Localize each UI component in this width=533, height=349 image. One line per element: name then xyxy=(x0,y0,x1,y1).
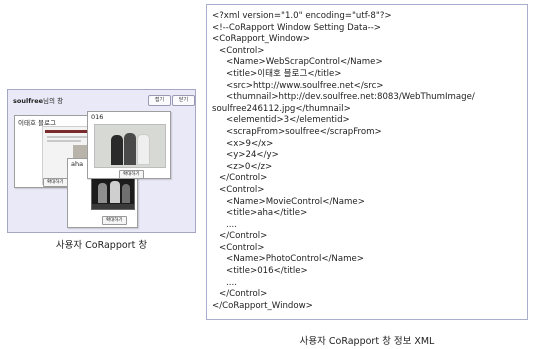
movie-zoom-button[interactable]: 확대하기 xyxy=(102,216,127,225)
photo-title: 016 xyxy=(91,113,104,121)
movie-thumbnail xyxy=(91,174,135,210)
xml-line: .... xyxy=(226,219,237,230)
xml-line: soulfree246112.jpg</thumnail> xyxy=(212,103,351,114)
left-caption: 사용자 CoRapport 창 xyxy=(55,240,148,251)
xml-line: <!--CoRapport Window Setting Data--> xyxy=(212,22,381,33)
photo-panel[interactable]: 016 확대하기 xyxy=(87,111,171,179)
photo-zoom-button[interactable]: 확대하기 xyxy=(119,170,144,179)
xml-line: <Control> xyxy=(219,45,265,56)
xml-line: </Control> xyxy=(219,173,268,184)
photo-thumbnail xyxy=(94,124,166,168)
xml-line: <Control> xyxy=(219,184,265,195)
movie-title: aha xyxy=(71,160,84,168)
xml-line: <Name>MovieControl</Name> xyxy=(226,196,365,207)
xml-line: <Name>WebScrapControl</Name> xyxy=(226,57,383,68)
corapport-window: soulfree님의 창 접기 닫기 이태호 블로그 확대하기 aha 확대하기… xyxy=(7,89,196,233)
xml-line: <?xml version="1.0" encoding="utf-8"?> xyxy=(212,11,392,21)
xml-box: <?xml version="1.0" encoding="utf-8"?> <… xyxy=(206,4,528,320)
window-title-suffix: 님의 창 xyxy=(43,97,64,105)
xml-line: <title>aha</title> xyxy=(226,208,308,219)
xml-code: <?xml version="1.0" encoding="utf-8"?> <… xyxy=(212,11,475,312)
xml-line: <scrapFrom>soulfree</scrapFrom> xyxy=(226,126,382,137)
xml-line: <src>http://www.soulfree.net</src> xyxy=(226,80,384,91)
xml-line: <CoRapport_Window> xyxy=(212,34,310,45)
close-button[interactable]: 닫기 xyxy=(172,95,195,106)
window-title: soulfree님의 창 xyxy=(13,95,63,105)
xml-line: <Control> xyxy=(219,242,265,253)
xml-line: <thumnail>http://dev.soulfree.net:8083/W… xyxy=(226,92,475,103)
xml-line: .... xyxy=(226,277,237,288)
xml-line: <title>016</title> xyxy=(226,266,308,277)
xml-line: <elementid>3</elementid> xyxy=(226,115,350,126)
xml-line: </Control> xyxy=(219,289,268,300)
web-scrap-zoom-button[interactable]: 확대하기 xyxy=(43,178,68,187)
window-title-user: soulfree xyxy=(13,97,44,105)
xml-line: </CoRapport_Window> xyxy=(212,300,313,311)
xml-line: <x>9</x> xyxy=(226,138,274,149)
xml-line: </Control> xyxy=(219,231,268,242)
xml-line: <Name>PhotoControl</Name> xyxy=(226,254,364,265)
collapse-button[interactable]: 접기 xyxy=(148,95,171,106)
xml-line: <title>이태호 블로그</title> xyxy=(226,68,342,79)
xml-line: <z>0</z> xyxy=(226,161,273,172)
xml-line: <y>24</y> xyxy=(226,150,279,161)
right-caption: 사용자 CoRapport 창 정보 XML xyxy=(299,336,435,347)
